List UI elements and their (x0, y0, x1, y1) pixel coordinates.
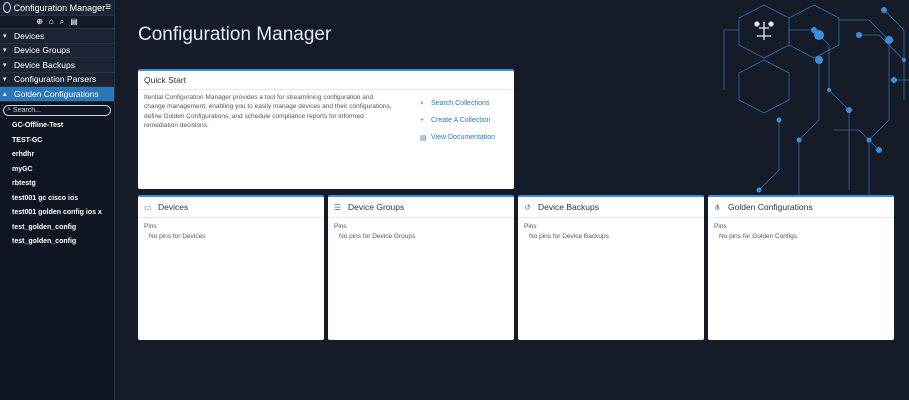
nav-device-backups[interactable]: ▾ Device Backups (0, 58, 114, 73)
card-title: Golden Configurations (728, 202, 813, 212)
search-icon: ⌕ (7, 106, 11, 113)
golden-configurations-pin-card: ⋔ Golden Configurations Pins No pins for… (708, 195, 894, 340)
nav-devices[interactable]: ▾ Devices (0, 29, 114, 44)
chevron-down-icon: ▾ (3, 32, 7, 40)
create-collection-link[interactable]: + Create A Collection (420, 112, 495, 129)
devices-pin-card: ▭ Devices Pins No pins for Devices (138, 195, 324, 340)
nav-golden-configurations[interactable]: ▴ Golden Configurations (0, 87, 114, 102)
hamburger-menu-icon[interactable]: ≡ (105, 2, 111, 13)
golden-config-item[interactable]: myGC (0, 162, 114, 177)
quick-start-description: Itential Configuration Manager provides … (144, 94, 392, 130)
golden-config-item[interactable]: test001 gc cisco ios (0, 191, 114, 206)
plus-icon: + (420, 117, 425, 124)
search-icon[interactable]: ⌕ (60, 18, 64, 26)
list-icon: ☰ (334, 202, 342, 212)
chevron-down-icon: ▾ (3, 61, 7, 69)
sidebar: Configuration Manager ≡ ⊕ ⌂ ⌕ ▤ ▾ Device… (0, 0, 115, 400)
home-icon[interactable]: ⌂ (49, 18, 54, 26)
link-label: Search Collections (431, 100, 490, 107)
app-title: Configuration Manager (13, 2, 106, 13)
pins-label: Pins (714, 223, 727, 230)
pins-label: Pins (524, 223, 537, 230)
nav-label: Devices (14, 30, 45, 41)
devices-icon: ▭ (144, 202, 152, 212)
chevron-down-icon: ▾ (3, 47, 7, 55)
device-groups-pin-card: ☰ Device Groups Pins No pins for Device … (328, 195, 514, 340)
quick-start-title: Quick Start (144, 75, 187, 85)
golden-config-item[interactable]: TEST-GC (0, 133, 114, 148)
nav-label: Configuration Parsers (14, 74, 97, 85)
document-icon[interactable]: ▤ (70, 18, 78, 26)
sidebar-toolbar: ⊕ ⌂ ⌕ ▤ (0, 16, 114, 29)
divider (138, 89, 514, 90)
link-label: View Documentation (431, 134, 496, 141)
card-header: ↺ Device Backups (518, 197, 704, 218)
card-header: ⋔ Golden Configurations (708, 197, 894, 218)
search-input[interactable] (12, 106, 103, 114)
golden-config-item[interactable]: test_golden_config (0, 235, 114, 250)
document-icon: ▤ (420, 134, 427, 142)
main-content: Configuration Manager Quick Start Itenti… (116, 0, 909, 400)
golden-config-item[interactable]: rbtestg (0, 177, 114, 192)
pins-label: Pins (334, 223, 347, 230)
empty-message: No pins for Devices (149, 233, 206, 240)
page-title: Configuration Manager (138, 24, 332, 45)
search-collections-link[interactable]: ⌕ Search Collections (420, 95, 495, 112)
sidebar-header: Configuration Manager ≡ (0, 0, 114, 16)
golden-config-item[interactable]: test_golden_config (0, 220, 114, 235)
search-box: ⌕ (3, 104, 111, 116)
view-documentation-link[interactable]: ▤ View Documentation (420, 129, 495, 146)
pins-label: Pins (144, 223, 157, 230)
search-wrapper: ⌕ (0, 102, 114, 119)
golden-config-item[interactable]: erhdhr (0, 148, 114, 163)
card-header: ☰ Device Groups (328, 197, 514, 218)
history-icon: ↺ (524, 202, 531, 212)
empty-message: No pins for Device Backups (529, 233, 609, 240)
nav-label: Device Groups (14, 45, 71, 56)
nav-configuration-parsers[interactable]: ▾ Configuration Parsers (0, 72, 114, 87)
add-icon[interactable]: ⊕ (36, 18, 43, 26)
link-label: Create A Collection (431, 117, 491, 124)
card-title: Device Backups (538, 202, 599, 212)
circuit-decoration (723, 4, 909, 200)
empty-message: No pins for Golden Configs (719, 233, 798, 240)
chevron-down-icon: ▾ (3, 76, 7, 84)
golden-config-item[interactable]: test001 golden config ios x (0, 206, 114, 221)
card-title: Devices (158, 202, 189, 212)
card-header: ▭ Devices (138, 197, 324, 218)
nav-label: Device Backups (14, 59, 75, 70)
chevron-up-icon: ▴ (3, 90, 7, 98)
nav-label: Golden Configurations (14, 88, 99, 99)
golden-config-item[interactable]: GC-Offline-Test (0, 119, 114, 134)
empty-message: No pins for Device Groups (339, 233, 416, 240)
quick-start-card: Quick Start Itential Configuration Manag… (138, 69, 514, 189)
itential-logo-icon (3, 2, 11, 13)
nav-device-groups[interactable]: ▾ Device Groups (0, 43, 114, 58)
quick-start-links: ⌕ Search Collections + Create A Collecti… (420, 95, 495, 146)
card-title: Device Groups (348, 202, 405, 212)
device-backups-pin-card: ↺ Device Backups Pins No pins for Device… (518, 195, 704, 340)
search-icon: ⌕ (420, 99, 424, 107)
tree-icon: ⋔ (714, 202, 721, 212)
